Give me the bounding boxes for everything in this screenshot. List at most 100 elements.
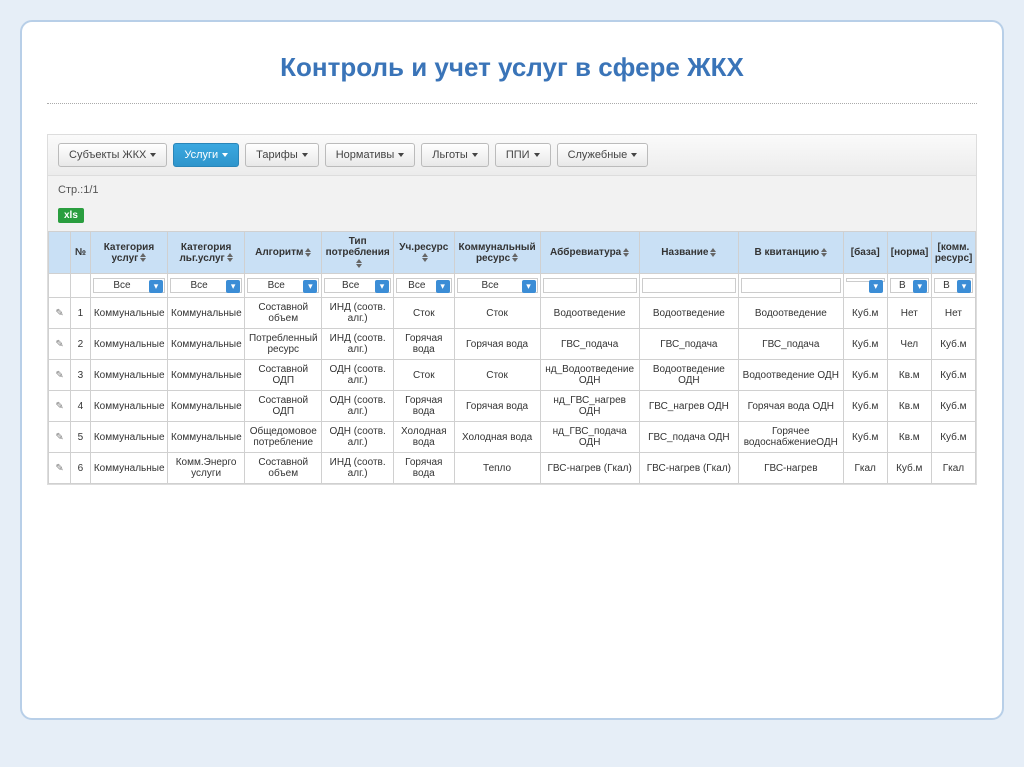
cell: ГВС-нагрев (Гкал) bbox=[639, 453, 738, 484]
cell: 2 bbox=[71, 329, 91, 360]
sort-icon[interactable] bbox=[227, 253, 233, 262]
xls-export-button[interactable]: xls bbox=[58, 208, 84, 223]
toolbar-btn-4[interactable]: Льготы bbox=[421, 143, 489, 167]
cell: Куб.м bbox=[931, 329, 975, 360]
cell: Тепло bbox=[454, 453, 540, 484]
sort-icon[interactable] bbox=[140, 253, 146, 262]
toolbar-btn-label: Тарифы bbox=[256, 149, 298, 161]
cell: Холодная вода bbox=[454, 422, 540, 453]
cell: Нет bbox=[931, 298, 975, 329]
filter-algorithm[interactable]: Все▾ bbox=[247, 278, 319, 293]
cell: нд_Водоотведение ОДН bbox=[540, 360, 639, 391]
cell: Коммунальные bbox=[90, 422, 167, 453]
toolbar-btn-0[interactable]: Субъекты ЖКХ bbox=[58, 143, 167, 167]
outer-frame: Контроль и учет услуг в сфере ЖКХ Субъек… bbox=[20, 20, 1004, 720]
edit-icon[interactable]: ✎ bbox=[55, 463, 63, 474]
filter-acc-resource[interactable]: Все▾ bbox=[396, 278, 452, 293]
cell: ОДН (соотв. алг.) bbox=[322, 391, 394, 422]
filter-receipt-input[interactable] bbox=[741, 278, 841, 293]
filter-cat-service[interactable]: Все▾ bbox=[93, 278, 165, 293]
filter-norm[interactable]: В▾ bbox=[890, 278, 929, 293]
chevron-down-icon: ▾ bbox=[957, 280, 971, 293]
cell: Горячая вода bbox=[393, 453, 454, 484]
cell: ГВС_подача bbox=[540, 329, 639, 360]
header-algorithm[interactable]: Алгоритм bbox=[245, 232, 322, 274]
filter-abbreviation-input[interactable] bbox=[543, 278, 637, 293]
header-edit bbox=[49, 232, 71, 274]
cell: ГВС_подача bbox=[738, 329, 843, 360]
cell: Водоотведение ОДН bbox=[738, 360, 843, 391]
chevron-down-icon bbox=[472, 153, 478, 157]
edit-icon[interactable]: ✎ bbox=[55, 432, 63, 443]
filter-consumption-type[interactable]: Все▾ bbox=[324, 278, 391, 293]
cell: Холодная вода bbox=[393, 422, 454, 453]
services-table: № Категория услуг Категория льг.услуг Ал… bbox=[48, 231, 976, 484]
cell: Горячая вода bbox=[393, 391, 454, 422]
filter-name-input[interactable] bbox=[642, 278, 736, 293]
filter-komm-res[interactable]: В▾ bbox=[934, 278, 973, 293]
edit-icon[interactable]: ✎ bbox=[55, 401, 63, 412]
header-num[interactable]: № bbox=[71, 232, 91, 274]
cell: Коммунальные bbox=[168, 391, 245, 422]
edit-icon[interactable]: ✎ bbox=[55, 339, 63, 350]
toolbar-btn-3[interactable]: Нормативы bbox=[325, 143, 416, 167]
filter-cat-benefit[interactable]: Все▾ bbox=[170, 278, 242, 293]
toolbar-btn-label: Служебные bbox=[568, 149, 628, 161]
chevron-down-icon: ▾ bbox=[436, 280, 450, 293]
header-base[interactable]: [база] bbox=[843, 232, 887, 274]
table-row: ✎1КоммунальныеКоммунальныеСоставной объе… bbox=[49, 298, 976, 329]
header-cat-service[interactable]: Категория услуг bbox=[90, 232, 167, 274]
chevron-down-icon bbox=[534, 153, 540, 157]
sort-icon[interactable] bbox=[821, 248, 827, 257]
cell: Потребленный ресурс bbox=[245, 329, 322, 360]
cell: Куб.м bbox=[931, 422, 975, 453]
cell: Водоотведение bbox=[738, 298, 843, 329]
cell: Куб.м bbox=[843, 298, 887, 329]
cell: ✎ bbox=[49, 422, 71, 453]
sort-icon[interactable] bbox=[422, 253, 428, 262]
sort-icon[interactable] bbox=[623, 248, 629, 257]
table-row: ✎6КоммунальныеКомм.Энерго услугиСоставно… bbox=[49, 453, 976, 484]
toolbar-btn-5[interactable]: ППИ bbox=[495, 143, 551, 167]
cell: ГВС-нагрев (Гкал) bbox=[540, 453, 639, 484]
header-norm[interactable]: [норма] bbox=[887, 232, 931, 274]
cell: Куб.м bbox=[843, 360, 887, 391]
sort-icon[interactable] bbox=[512, 253, 518, 262]
toolbar-btn-6[interactable]: Служебные bbox=[557, 143, 649, 167]
filter-base[interactable]: ▾ bbox=[846, 278, 885, 282]
sort-icon[interactable] bbox=[305, 248, 311, 257]
toolbar-btn-1[interactable]: Услуги bbox=[173, 143, 239, 167]
header-in-receipt[interactable]: В квитанцию bbox=[738, 232, 843, 274]
filter-comm-resource[interactable]: Все▾ bbox=[457, 278, 538, 293]
header-abbreviation[interactable]: Аббревиатура bbox=[540, 232, 639, 274]
cell: Коммунальные bbox=[90, 298, 167, 329]
cell: Кв.м bbox=[887, 391, 931, 422]
table-container: № Категория услуг Категория льг.услуг Ал… bbox=[48, 231, 976, 484]
cell: 1 bbox=[71, 298, 91, 329]
cell: ✎ bbox=[49, 391, 71, 422]
cell: Горячая вода bbox=[454, 329, 540, 360]
edit-icon[interactable]: ✎ bbox=[55, 308, 63, 319]
chevron-down-icon: ▾ bbox=[226, 280, 240, 293]
edit-icon[interactable]: ✎ bbox=[55, 370, 63, 381]
header-consumption-type[interactable]: Тип потребления bbox=[322, 232, 394, 274]
cell: Составной ОДП bbox=[245, 391, 322, 422]
cell: ИНД (соотв. алг.) bbox=[322, 453, 394, 484]
divider bbox=[47, 103, 977, 104]
header-cat-benefit[interactable]: Категория льг.услуг bbox=[168, 232, 245, 274]
cell: Сток bbox=[454, 298, 540, 329]
sort-icon[interactable] bbox=[710, 248, 716, 257]
cell: Водоотведение ОДН bbox=[639, 360, 738, 391]
header-comm-resource[interactable]: Коммунальный ресурс bbox=[454, 232, 540, 274]
cell: Сток bbox=[454, 360, 540, 391]
cell: 4 bbox=[71, 391, 91, 422]
chevron-down-icon: ▾ bbox=[869, 280, 883, 293]
cell: ✎ bbox=[49, 360, 71, 391]
header-name[interactable]: Название bbox=[639, 232, 738, 274]
toolbar-btn-2[interactable]: Тарифы bbox=[245, 143, 319, 167]
header-komm-res[interactable]: [комм. ресурс] bbox=[931, 232, 975, 274]
cell: ГВС-нагрев bbox=[738, 453, 843, 484]
sort-icon[interactable] bbox=[356, 259, 362, 268]
header-acc-resource[interactable]: Уч.ресурс bbox=[393, 232, 454, 274]
cell: Коммунальные bbox=[168, 422, 245, 453]
